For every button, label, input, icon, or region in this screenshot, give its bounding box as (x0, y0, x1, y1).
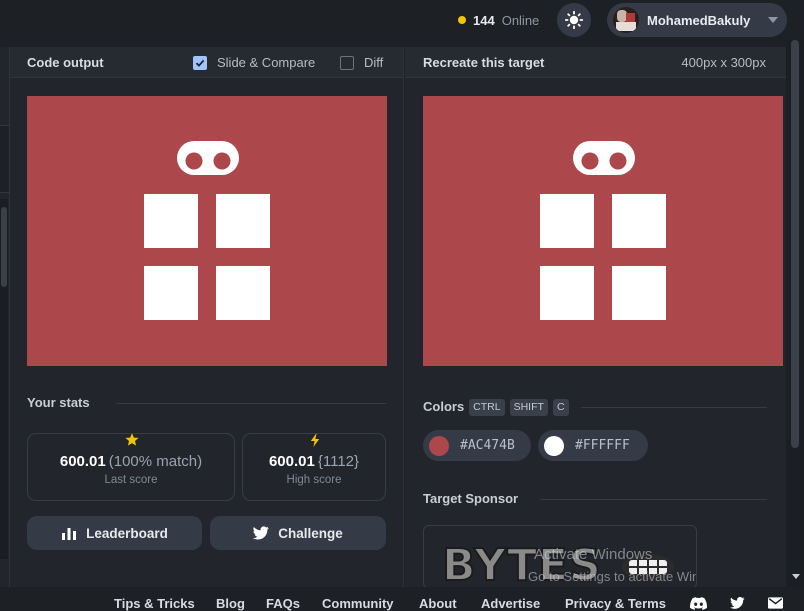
diff-label: Diff (364, 55, 384, 70)
side-panel-edge (0, 125, 9, 193)
gift-tile-bottom-right (612, 266, 666, 320)
gift-tile-bottom-left (540, 266, 594, 320)
high-score-rank: {1112} (317, 453, 360, 470)
code-output-canvas[interactable] (27, 96, 387, 366)
gift-tile-bottom-right (216, 266, 270, 320)
shortcut-key-c: C (552, 399, 569, 416)
checkmark-icon (195, 59, 205, 67)
target-title: Recreate this target (423, 55, 545, 70)
color-dot (544, 435, 564, 456)
color-hex: #FFFFFF (575, 438, 630, 453)
leaderboard-label: Leaderboard (86, 525, 168, 541)
target-canvas[interactable] (423, 96, 783, 366)
online-count: 144 (473, 12, 495, 28)
last-score-line: 600.01 (100% match) (28, 453, 234, 470)
chevron-down-icon (768, 17, 778, 23)
footer-link-advertise[interactable]: Advertise (481, 596, 540, 611)
sponsor-card[interactable]: BYTES Activate Windows Go to Settings to… (423, 525, 697, 589)
page-scrollbar[interactable] (786, 40, 804, 587)
footer-link-blog[interactable]: Blog (216, 596, 245, 611)
challenge-button[interactable]: Challenge (210, 516, 386, 550)
high-score-card: 600.01 {1112} High score (242, 433, 386, 501)
scroll-down-icon[interactable] (792, 574, 800, 579)
diff-checkbox[interactable] (340, 55, 354, 70)
shortcut-key-ctrl: CTRL (469, 399, 505, 416)
footer: Tips & Tricks Blog FAQs Community About … (0, 587, 804, 611)
code-output-header: Code output Slide & Compare Diff (10, 47, 403, 78)
gift-tile-top-right (216, 194, 270, 248)
color-dot (429, 435, 449, 456)
high-score-value: 600.01 (268, 453, 315, 470)
high-score-line: 600.01 {1112} (243, 453, 385, 470)
sponsor-divider (540, 499, 767, 500)
color-swatch-red[interactable]: #AC474B (423, 430, 531, 461)
activate-windows-subtitle: Go to Settings to activate Windows. (528, 569, 696, 584)
footer-link-tips[interactable]: Tips & Tricks (114, 596, 195, 611)
challenge-label: Challenge (278, 525, 343, 541)
theme-toggle-button[interactable] (557, 3, 591, 37)
star-icon (125, 433, 139, 446)
slide-compare-checkbox[interactable] (193, 55, 207, 70)
side-scrollbar-thumb[interactable] (1, 207, 7, 287)
gift-bow-shape (573, 141, 635, 175)
slide-compare-label: Slide & Compare (217, 55, 316, 70)
shortcut-key-shift: SHIFT (509, 399, 548, 416)
footer-link-faqs[interactable]: FAQs (266, 596, 300, 611)
last-score-label: Last score (104, 474, 158, 486)
activate-windows-title: Activate Windows (534, 546, 653, 563)
sun-icon (565, 11, 583, 29)
colors-divider (581, 407, 767, 408)
footer-link-about[interactable]: About (419, 596, 457, 611)
gift-tile-top-right (612, 194, 666, 248)
last-score-match: (100% match) (108, 453, 203, 470)
online-label: Online (501, 12, 540, 28)
collapsed-side-panel (0, 47, 10, 587)
footer-link-community[interactable]: Community (322, 596, 394, 611)
code-output-panel: Code output Slide & Compare Diff Your st… (10, 47, 404, 587)
high-score-label: High score (286, 474, 342, 486)
username: MohamedBakuly (647, 12, 751, 28)
last-score-value: 600.01 (59, 453, 106, 470)
target-dimensions: 400px x 300px (681, 55, 766, 70)
target-panel: Recreate this target 400px x 300px Color… (405, 47, 786, 589)
target-header: Recreate this target 400px x 300px (405, 47, 786, 78)
slide-compare-toggle[interactable]: Slide & Compare (193, 55, 315, 70)
mail-icon[interactable] (768, 597, 783, 609)
gift-bow-shape (177, 141, 239, 175)
lightning-icon (310, 433, 320, 447)
last-score-card: 600.01 (100% match) Last score (27, 433, 235, 501)
colors-title: Colors (423, 399, 465, 414)
footer-link-privacy[interactable]: Privacy & Terms (565, 596, 666, 611)
online-indicator: 144 Online (458, 11, 539, 29)
color-swatch-white[interactable]: #FFFFFF (538, 430, 648, 461)
twitter-icon (253, 526, 269, 540)
user-menu-button[interactable]: MohamedBakuly (607, 3, 787, 37)
online-status-dot (458, 16, 466, 24)
stats-title: Your stats (27, 395, 90, 410)
gift-tile-bottom-left (144, 266, 198, 320)
sponsor-title: Target Sponsor (423, 491, 519, 506)
stats-divider (116, 403, 386, 404)
discord-icon[interactable] (690, 597, 707, 610)
leaderboard-button[interactable]: Leaderboard (27, 516, 202, 550)
avatar (613, 7, 639, 33)
colors-title-row: Colors CTRL SHIFT C (423, 399, 569, 416)
diff-toggle[interactable]: Diff (340, 55, 383, 70)
top-bar: 144 Online MohamedBakuly (0, 0, 804, 40)
gift-tile-top-left (144, 194, 198, 248)
code-output-title: Code output (27, 55, 104, 70)
color-hex: #AC474B (460, 438, 515, 453)
bar-chart-icon (62, 528, 77, 540)
gift-tile-top-left (540, 194, 594, 248)
page-scrollbar-thumb[interactable] (791, 40, 799, 448)
twitter-icon[interactable] (730, 597, 745, 609)
